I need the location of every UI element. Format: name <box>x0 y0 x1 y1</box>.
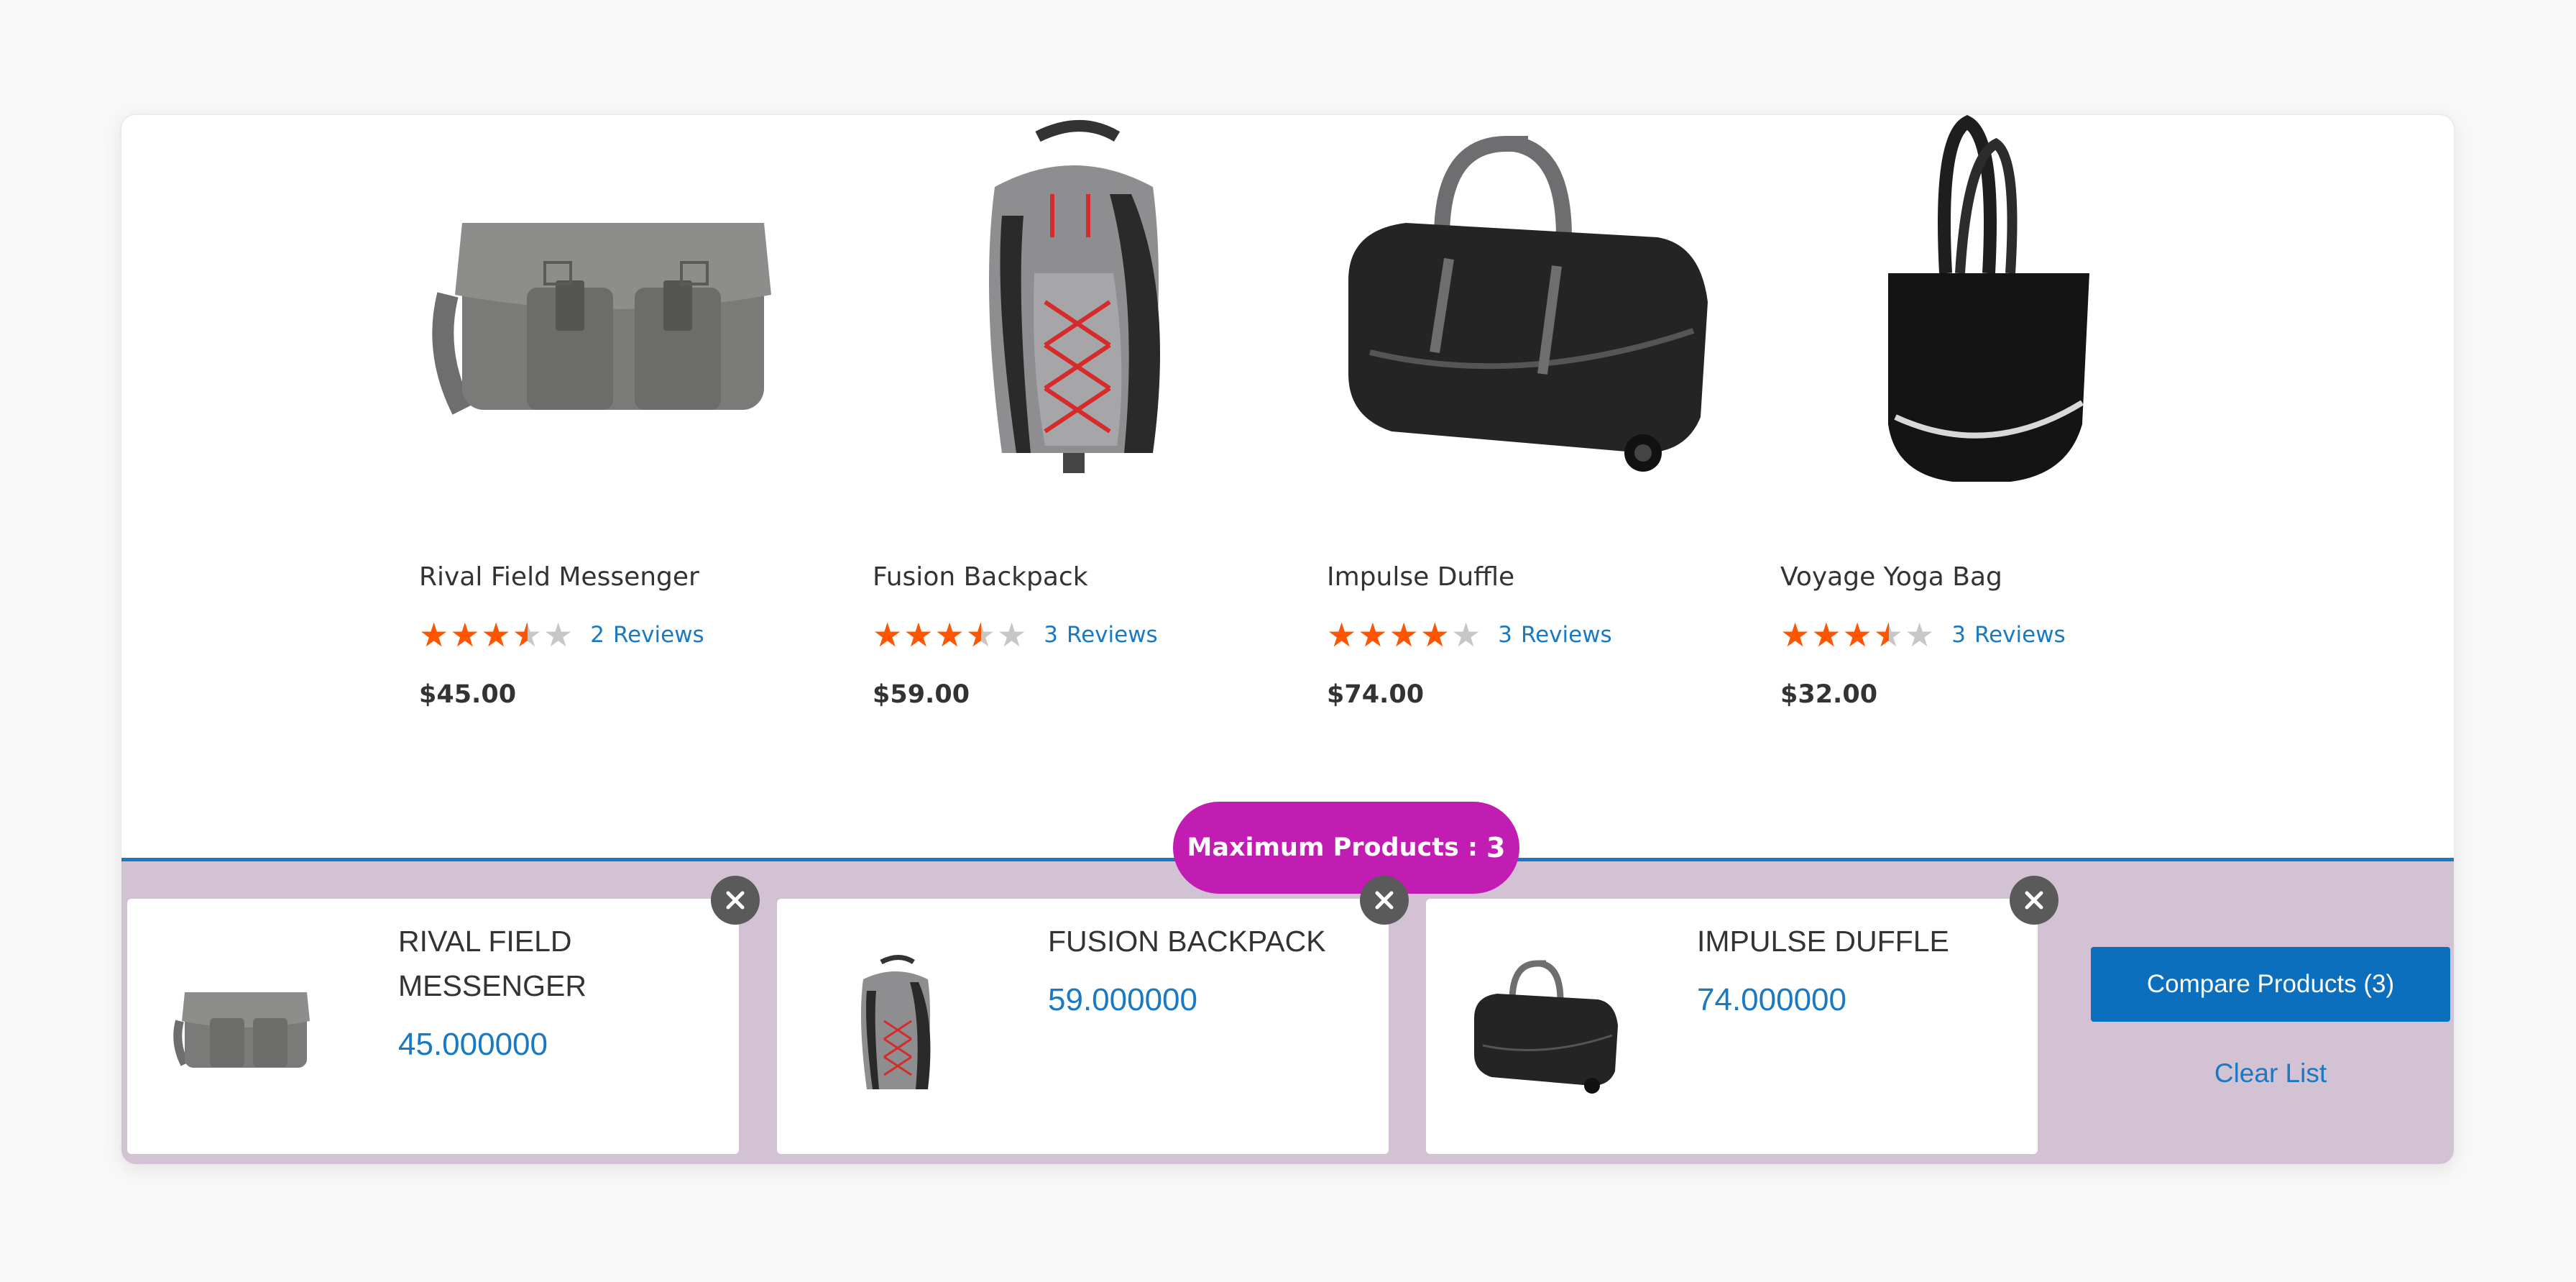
review-count[interactable]: 3 <box>1044 622 1058 648</box>
compare-item: IMPULSE DUFFLE 74.000000 <box>1426 899 2038 1154</box>
review-count[interactable]: 3 <box>1498 622 1512 648</box>
product-name-link[interactable]: Impulse Duffle <box>1327 562 1514 592</box>
reviews-link[interactable]: 3 Reviews <box>1951 622 2066 648</box>
star-fill-icon: ★★★★★ <box>419 616 528 654</box>
product-name-link[interactable]: Rival Field Messenger <box>419 562 699 592</box>
reviews-link[interactable]: 2 Reviews <box>590 622 704 648</box>
remove-compare-item-button[interactable] <box>2010 876 2058 925</box>
product-image-tote-bag[interactable] <box>1780 115 2183 518</box>
rating-stars: ★★★★★ ★★★★★ <box>419 616 574 654</box>
rating-stars: ★★★★★ ★★★★★ <box>1327 616 1482 654</box>
rating-stars: ★★★★★ ★★★★★ <box>873 616 1028 654</box>
compare-item: RIVAL FIELD MESSENGER 45.000000 <box>127 899 739 1154</box>
badge-label: Maximum Products : <box>1187 833 1478 862</box>
product-image-duffle[interactable] <box>1327 115 1729 518</box>
review-count[interactable]: 3 <box>1951 622 1966 648</box>
compare-item-name[interactable]: IMPULSE DUFFLE <box>1697 919 2013 963</box>
product-price: $74.00 <box>1327 680 1425 709</box>
compare-item-name[interactable]: RIVAL FIELD MESSENGER <box>398 919 714 1008</box>
product-rating: ★★★★★ ★★★★★ 3 Reviews <box>873 616 1158 654</box>
product-rating: ★★★★★ ★★★★★ 2 Reviews <box>419 616 704 654</box>
product-price: $59.00 <box>873 680 970 709</box>
close-icon <box>1375 891 1394 910</box>
close-icon <box>726 891 745 910</box>
reviews-label[interactable]: Reviews <box>613 622 704 648</box>
product-name-link[interactable]: Fusion Backpack <box>873 562 1088 592</box>
product-price: $32.00 <box>1780 680 1878 709</box>
reviews-label[interactable]: Reviews <box>1521 622 1612 648</box>
close-icon <box>2025 891 2043 910</box>
product-price: $45.00 <box>419 680 517 709</box>
review-count[interactable]: 2 <box>590 622 604 648</box>
compare-item: FUSION BACKPACK 59.000000 <box>777 899 1389 1154</box>
reviews-label[interactable]: Reviews <box>1067 622 1158 648</box>
compare-item-price: 74.000000 <box>1697 982 1846 1017</box>
compare-item-name[interactable]: FUSION BACKPACK <box>1048 919 1364 963</box>
compare-thumb-backpack <box>860 955 931 1089</box>
reviews-label[interactable]: Reviews <box>1974 622 2066 648</box>
reviews-link[interactable]: 3 Reviews <box>1498 622 1612 648</box>
star-fill-icon: ★★★★★ <box>1327 616 1451 654</box>
badge-value: 3 <box>1486 832 1506 864</box>
remove-compare-item-button[interactable] <box>1360 876 1409 925</box>
product-rating: ★★★★★ ★★★★★ 3 Reviews <box>1327 616 1612 654</box>
product-listing-card: Rival Field Messenger ★★★★★ ★★★★★ 2 Revie… <box>120 114 2455 1166</box>
product-name-link[interactable]: Voyage Yoga Bag <box>1780 562 2002 592</box>
compare-item-price: 45.000000 <box>398 1027 548 1062</box>
compare-thumb-messenger-bag <box>173 992 310 1068</box>
compare-thumb-duffle <box>1474 960 1618 1094</box>
product-rating: ★★★★★ ★★★★★ 3 Reviews <box>1780 616 2066 654</box>
rating-stars: ★★★★★ ★★★★★ <box>1780 616 1936 654</box>
compare-item-price: 59.000000 <box>1048 982 1197 1017</box>
star-fill-icon: ★★★★★ <box>873 616 981 654</box>
remove-compare-item-button[interactable] <box>711 876 760 925</box>
clear-list-link[interactable]: Clear List <box>2091 1058 2450 1089</box>
product-image-backpack[interactable] <box>873 115 1275 518</box>
compare-products-button[interactable]: Compare Products (3) <box>2091 947 2450 1022</box>
reviews-link[interactable]: 3 Reviews <box>1044 622 1158 648</box>
product-image-messenger-bag[interactable] <box>419 115 822 518</box>
max-products-badge: Maximum Products : 3 <box>1173 802 1519 894</box>
star-fill-icon: ★★★★★ <box>1780 616 1889 654</box>
